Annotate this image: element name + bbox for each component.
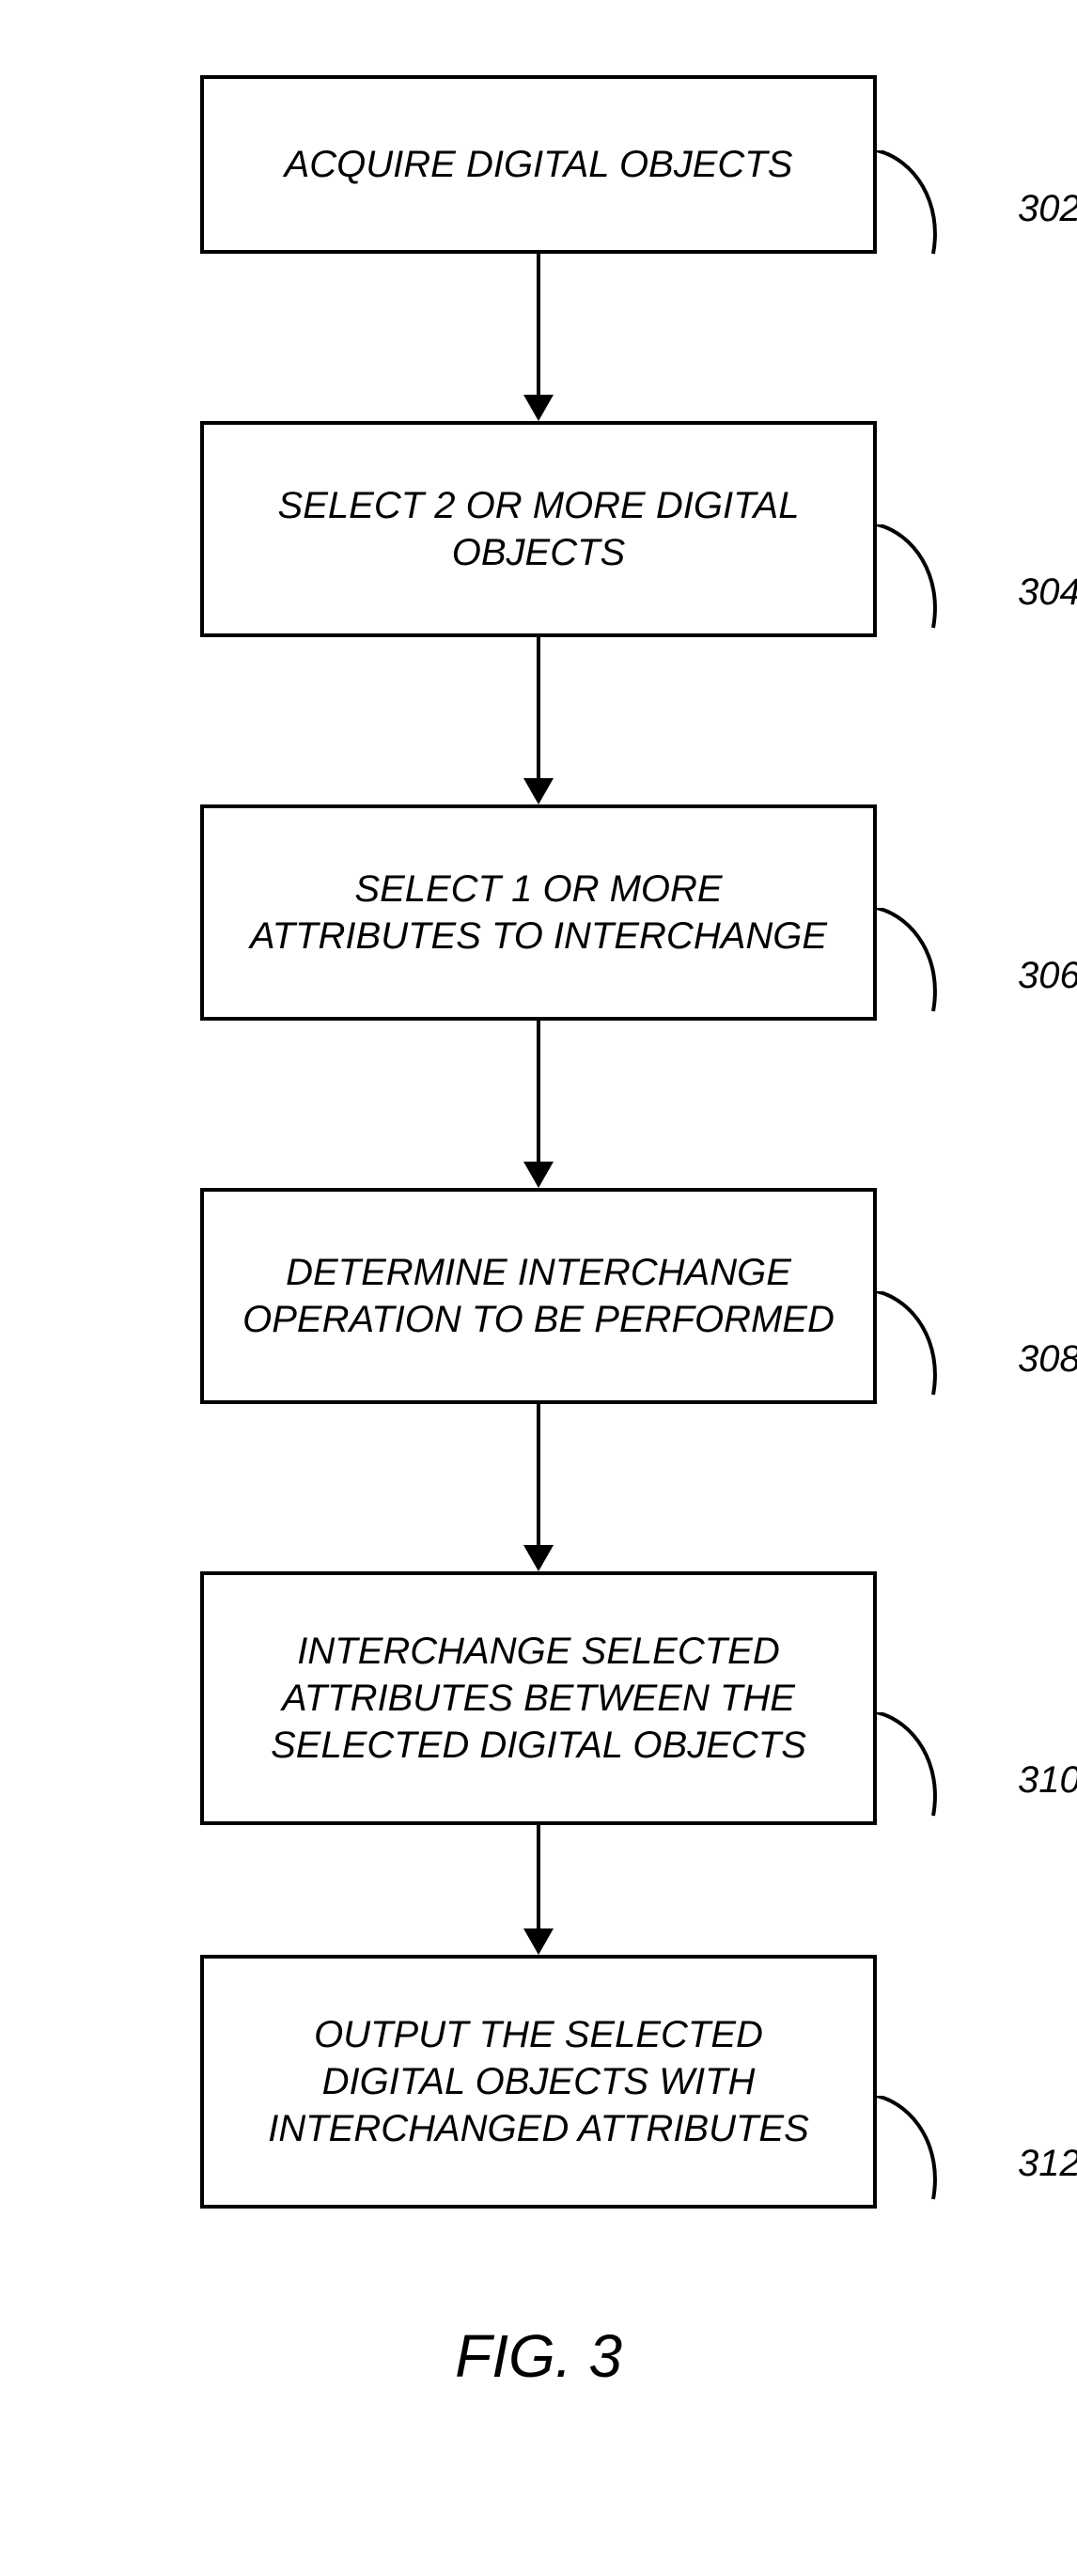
step-box-302: ACQUIRE DIGITAL OBJECTS [200,75,877,254]
figure-caption: FIG. 3 [0,2321,1077,2391]
step-box-304: SELECT 2 OR MORE DIGITAL OBJECTS [200,421,877,637]
flow-step: SELECT 2 OR MORE DIGITAL OBJECTS 304 [200,421,877,637]
callout-curve [877,908,990,1021]
figure-page: ACQUIRE DIGITAL OBJECTS 302 SELECT 2 OR … [0,0,1077,2447]
flow-step: INTERCHANGE SELECTED ATTRIBUTES BETWEEN … [200,1571,877,1825]
connector-line [537,1825,540,1928]
callout-curve [877,1712,990,1825]
connector-line [537,1404,540,1545]
flow-step: ACQUIRE DIGITAL OBJECTS 302 [200,75,877,254]
step-box-312: OUTPUT THE SELECTED DIGITAL OBJECTS WITH… [200,1955,877,2209]
flow-step: DETERMINE INTERCHANGE OPERATION TO BE PE… [200,1188,877,1404]
step-ref-label: 304 [1018,571,1077,614]
step-text: INTERCHANGE SELECTED ATTRIBUTES BETWEEN … [242,1628,835,1769]
step-text: ACQUIRE DIGITAL OBJECTS [285,141,793,188]
step-text: SELECT 2 OR MORE DIGITAL OBJECTS [242,482,835,576]
step-box-306: SELECT 1 OR MORE ATTRIBUTES TO INTERCHAN… [200,804,877,1021]
step-ref-label: 302 [1018,188,1077,230]
step-box-308: DETERMINE INTERCHANGE OPERATION TO BE PE… [200,1188,877,1404]
callout-curve [877,1291,990,1404]
connector-line [537,1021,540,1162]
flow-connector [523,1825,554,1955]
callout-curve [877,2096,990,2209]
callout-curve [877,150,990,263]
step-text: SELECT 1 OR MORE ATTRIBUTES TO INTERCHAN… [242,866,835,960]
arrowhead-down-icon [523,778,554,804]
flow-connector [523,637,554,804]
flow-connector [523,1404,554,1571]
flow-connector [523,254,554,421]
step-ref-label: 306 [1018,955,1077,997]
step-box-310: INTERCHANGE SELECTED ATTRIBUTES BETWEEN … [200,1571,877,1825]
arrowhead-down-icon [523,1545,554,1571]
arrowhead-down-icon [523,395,554,421]
callout-curve [877,524,990,637]
flow-step: SELECT 1 OR MORE ATTRIBUTES TO INTERCHAN… [200,804,877,1021]
step-text: OUTPUT THE SELECTED DIGITAL OBJECTS WITH… [242,2011,835,2152]
step-ref-label: 310 [1018,1759,1077,1802]
arrowhead-down-icon [523,1928,554,1955]
step-ref-label: 308 [1018,1338,1077,1381]
arrowhead-down-icon [523,1162,554,1188]
flow-connector [523,1021,554,1188]
flowchart: ACQUIRE DIGITAL OBJECTS 302 SELECT 2 OR … [0,75,1077,2209]
step-ref-label: 312 [1018,2143,1077,2185]
connector-line [537,637,540,778]
step-text: DETERMINE INTERCHANGE OPERATION TO BE PE… [242,1249,835,1343]
flow-step: OUTPUT THE SELECTED DIGITAL OBJECTS WITH… [200,1955,877,2209]
connector-line [537,254,540,395]
